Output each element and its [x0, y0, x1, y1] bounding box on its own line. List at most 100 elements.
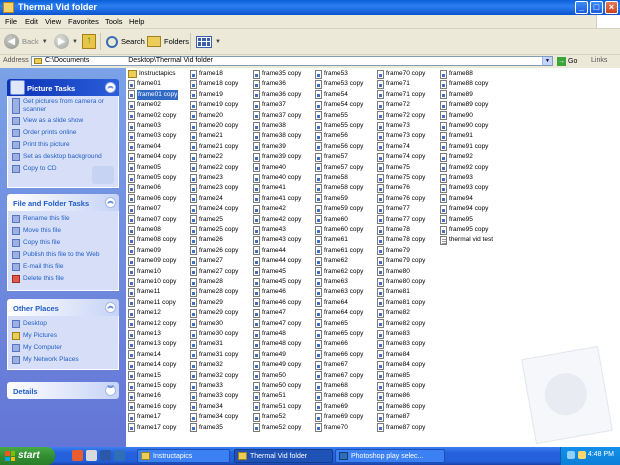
file-item[interactable]: frame78 [377, 225, 410, 235]
file-item[interactable]: frame03 copy [128, 131, 176, 141]
file-item[interactable]: frame47 copy [253, 319, 301, 329]
file-item[interactable]: frame73 copy [377, 131, 425, 141]
details-header[interactable]: Details ︾ [7, 382, 119, 399]
file-item[interactable]: frame67 copy [315, 371, 363, 381]
file-item[interactable]: frame11 copy [128, 298, 176, 308]
file-item[interactable]: frame90 copy [440, 121, 488, 131]
file-item[interactable]: frame80 copy [377, 277, 425, 287]
file-item[interactable]: frame04 copy [128, 152, 176, 162]
file-item[interactable]: frame52 copy [253, 423, 301, 433]
file-item[interactable]: frame84 [377, 350, 410, 360]
file-item[interactable]: frame82 copy [377, 319, 425, 329]
title-bar[interactable]: Thermal Vid folder _ □ × [0, 0, 620, 15]
file-item[interactable]: frame57 copy [315, 163, 363, 173]
file-item[interactable]: frame85 copy [377, 381, 425, 391]
file-item[interactable]: frame57 [315, 152, 348, 162]
collapse-chevron-icon[interactable]: ︽ [105, 82, 116, 93]
file-item[interactable]: frame01 copy [128, 89, 179, 100]
file-item[interactable]: frame02 copy [128, 111, 176, 121]
forward-button[interactable]: ▶ ▼ [54, 33, 78, 50]
file-item[interactable]: frame74 [377, 142, 410, 152]
file-item[interactable]: frame34 copy [190, 412, 238, 422]
file-item[interactable]: frame17 copy [128, 423, 176, 433]
menu-favorites[interactable]: Favorites [68, 17, 99, 26]
file-item[interactable]: frame61 [315, 235, 348, 245]
file-item[interactable]: frame79 [377, 246, 410, 256]
file-item[interactable]: frame64 copy [315, 308, 363, 318]
file-item[interactable]: frame70 [315, 423, 348, 433]
file-item[interactable]: frame88 copy [440, 79, 488, 89]
file-item[interactable]: frame29 [190, 298, 223, 308]
file-item[interactable]: frame59 copy [315, 204, 363, 214]
file-item[interactable]: frame93 [440, 173, 473, 183]
file-item[interactable]: frame48 copy [253, 339, 301, 349]
file-item[interactable]: thermal vid test [440, 235, 493, 245]
file-item[interactable]: frame33 copy [190, 391, 238, 401]
file-item[interactable]: frame58 [315, 173, 348, 183]
file-item[interactable]: frame90 [440, 111, 473, 121]
minimize-button[interactable]: _ [575, 1, 588, 14]
taskbar-button-thermal-vid[interactable]: Thermal Vid folder [234, 449, 333, 463]
file-item[interactable]: frame68 copy [315, 391, 363, 401]
file-item[interactable]: frame02 [128, 100, 161, 110]
file-item[interactable]: frame19 copy [190, 100, 238, 110]
menu-view[interactable]: View [45, 17, 61, 26]
menu-help[interactable]: Help [129, 17, 144, 26]
task-rename[interactable]: Rename this file [12, 215, 70, 223]
expand-chevron-icon[interactable]: ︾ [105, 385, 116, 396]
file-item[interactable]: frame28 copy [190, 287, 238, 297]
file-item[interactable]: frame76 copy [377, 194, 425, 204]
file-item[interactable]: frame54 copy [315, 100, 363, 110]
task-order-prints[interactable]: Order prints online [12, 129, 76, 137]
file-item[interactable]: frame10 copy [128, 277, 176, 287]
file-item[interactable]: frame27 copy [190, 267, 238, 277]
file-item[interactable]: frame75 [377, 163, 410, 173]
file-item[interactable]: frame66 copy [315, 350, 363, 360]
file-item[interactable]: frame41 copy [253, 194, 301, 204]
file-item[interactable]: frame87 [377, 412, 410, 422]
menu-edit[interactable]: Edit [25, 17, 38, 26]
file-item[interactable]: frame36 [253, 79, 286, 89]
file-item[interactable]: frame86 [377, 391, 410, 401]
file-item[interactable]: frame47 [253, 308, 286, 318]
file-item[interactable]: frame84 copy [377, 360, 425, 370]
file-item[interactable]: frame26 [190, 235, 223, 245]
file-item[interactable]: frame16 copy [128, 402, 176, 412]
file-item[interactable]: frame51 copy [253, 402, 301, 412]
file-item[interactable]: frame20 [190, 111, 223, 121]
address-input[interactable]: C:\Documents Desktop\Thermal Vid folder … [31, 56, 553, 66]
taskbar-button-photoshop[interactable]: Photoshop play selec... [335, 449, 445, 463]
file-item[interactable]: frame80 [377, 267, 410, 277]
task-desktop-background[interactable]: Set as desktop background [12, 153, 102, 161]
file-item[interactable]: frame07 [128, 204, 161, 214]
file-item[interactable]: frame26 copy [190, 246, 238, 256]
file-item[interactable]: frame37 copy [253, 111, 301, 121]
file-item[interactable]: frame95 copy [440, 225, 488, 235]
file-item[interactable]: frame15 copy [128, 381, 176, 391]
file-item[interactable]: frame91 copy [440, 142, 488, 152]
quicklaunch-browser-icon[interactable] [72, 450, 83, 461]
file-item[interactable]: frame69 [315, 402, 348, 412]
address-dropdown-icon[interactable]: ▼ [542, 57, 552, 65]
file-item[interactable]: frame12 [128, 308, 161, 318]
file-item[interactable]: frame40 copy [253, 173, 301, 183]
picture-tasks-header[interactable]: Picture Tasks ︽ [7, 79, 119, 96]
file-item[interactable]: frame74 copy [377, 152, 425, 162]
file-item[interactable]: frame59 [315, 194, 348, 204]
task-delete[interactable]: Delete this file [12, 275, 64, 283]
file-item[interactable]: frame52 [253, 412, 286, 422]
file-item[interactable]: frame14 [128, 350, 161, 360]
file-item[interactable]: frame92 [440, 152, 473, 162]
file-item[interactable]: frame06 copy [128, 194, 176, 204]
file-item[interactable]: frame23 copy [190, 183, 238, 193]
file-item[interactable]: frame54 [315, 90, 348, 100]
task-slideshow[interactable]: View as a slide show [12, 117, 83, 125]
file-item[interactable]: frame42 [253, 204, 286, 214]
task-copy-cd[interactable]: Copy to CD [12, 165, 57, 173]
file-item[interactable]: frame01 [128, 79, 161, 89]
collapse-chevron-icon[interactable]: ︽ [105, 197, 116, 208]
place-my-computer[interactable]: My Computer [12, 344, 62, 352]
file-item[interactable]: frame95 [440, 215, 473, 225]
quicklaunch-photoshop-icon[interactable] [114, 450, 125, 461]
file-item[interactable]: frame09 copy [128, 256, 176, 266]
